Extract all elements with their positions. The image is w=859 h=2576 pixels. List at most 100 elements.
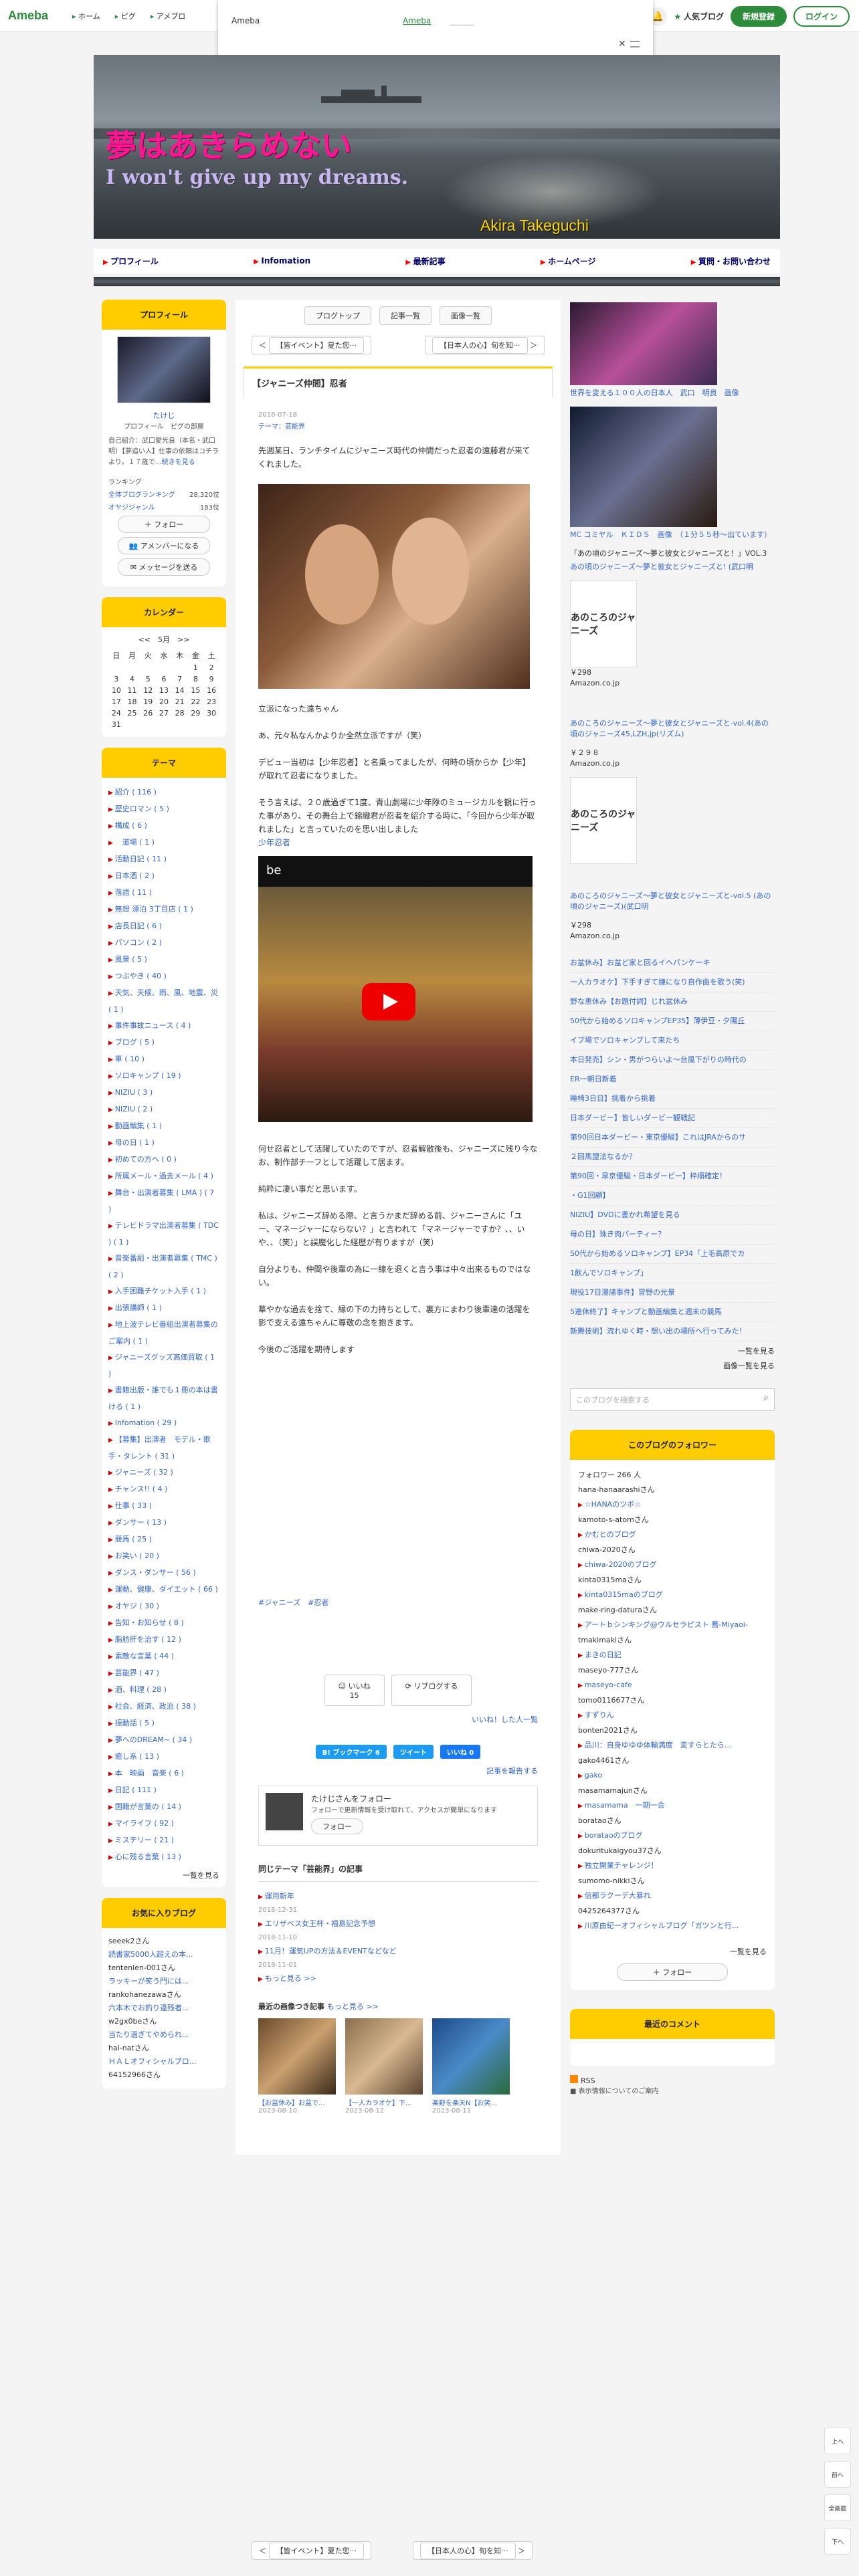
follower-name[interactable]: make-ring-daturaさん: [578, 1603, 767, 1618]
book-cover-vol5[interactable]: あのころのジャニーズ: [570, 777, 637, 864]
theme-item[interactable]: 社会、経済、政治 ( 38 ): [108, 1699, 219, 1715]
follower-blog-link[interactable]: borataoのブログ: [578, 1828, 767, 1844]
hashtags[interactable]: #ジャニーズ #忍者: [258, 1597, 538, 1608]
next-entry-link-bottom[interactable]: 【日本人の心】旬を知··· ＞: [413, 2541, 533, 2560]
favorite-blog-item[interactable]: hal-natさん: [108, 2042, 219, 2055]
same-theme-item[interactable]: 運用新年: [258, 1890, 538, 1904]
follower-name[interactable]: tmakimakiさん: [578, 1633, 767, 1648]
follower-name[interactable]: sumomo-nikkiさん: [578, 1874, 767, 1889]
theme-item[interactable]: 店長日記 ( 6 ): [108, 918, 219, 935]
same-theme-item[interactable]: 11月！運気UPの方法＆EVENTなどなど: [258, 1945, 538, 1959]
theme-item[interactable]: ジャニーズ ( 32 ): [108, 1465, 219, 1481]
profile-links[interactable]: プロフィール ピグの部屋: [108, 421, 219, 431]
shonen-ninja-link[interactable]: 少年忍者: [258, 836, 538, 849]
recent-entry-item[interactable]: 本日発売】シン・男がつらいよ〜台風下がりの時代の: [570, 1051, 775, 1070]
book-link-vol3[interactable]: あの頃のジャニーズ〜夢と彼女とジャニーズと! (武口明: [570, 562, 775, 572]
register-button[interactable]: 新規登録: [730, 6, 787, 27]
theme-item[interactable]: 本 映画 音楽 ( 6 ): [108, 1765, 219, 1782]
theme-item[interactable]: 日本酒 ( 2 ): [108, 868, 219, 885]
blog-search-input[interactable]: このブログを検索する: [570, 1388, 775, 1411]
follower-name[interactable]: borataoさん: [578, 1814, 767, 1828]
favorite-blog-item[interactable]: ラッキーが笑う門には...: [108, 1975, 219, 1988]
recent-entry-item[interactable]: ２回馬盟法なるか？: [570, 1148, 775, 1167]
theme-item[interactable]: NIZIU ( 3 ): [108, 1085, 219, 1101]
prev-entry-link-bottom[interactable]: ＜ 【皆イベント】夏た您···: [252, 2541, 371, 2560]
hatena-bookmark-button[interactable]: B! ブックマーク 6: [315, 1745, 387, 1759]
popup-link[interactable]: Ameba: [403, 16, 431, 25]
video-caption-100people[interactable]: 世界を変える１００人の日本人 武口 明良 画像: [570, 388, 775, 399]
nav-ameblo[interactable]: アメブロ: [151, 11, 185, 21]
follower-blog-link[interactable]: 信都ラクーデ大暴れ: [578, 1889, 767, 1904]
theme-item[interactable]: NIZIU ( 2 ): [108, 1101, 219, 1118]
entry-title[interactable]: 【ジャニーズ仲間】忍者: [244, 366, 553, 397]
next-entry-link[interactable]: 【日本人の心】旬を知··· ＞: [425, 336, 545, 354]
gnav-info[interactable]: Infomation: [254, 256, 310, 265]
next-month-icon[interactable]: >>: [177, 635, 189, 644]
prev-month-icon[interactable]: <<: [138, 635, 151, 644]
theme-item[interactable]: 母の日 ( 1 ): [108, 1135, 219, 1152]
video-thumb-100people[interactable]: [570, 302, 717, 385]
theme-item[interactable]: 脂肪肝を治す ( 12 ): [108, 1632, 219, 1648]
theme-item[interactable]: 音楽番組・出演者募集 ( TMC ) ( 2 ): [108, 1251, 219, 1283]
follower-name[interactable]: maseyo-777さん: [578, 1663, 767, 1678]
theme-item[interactable]: テレビドラマ出演者募集 ( TDC ) ( 1 ): [108, 1218, 219, 1251]
theme-item[interactable]: ジャニーズグッズ高価買取 ( 1 ): [108, 1350, 219, 1382]
recent-thumb[interactable]: 【一人カラオケ】下... 2023-08-12: [345, 2018, 423, 2115]
follower-name[interactable]: gako4461さん: [578, 1753, 767, 1768]
same-theme-more[interactable]: もっと見る >>: [258, 1972, 538, 1986]
video-caption-mc[interactable]: MC コミヤル ＫＩＤＳ 画像 （１分５５秒〜出ています）: [570, 530, 775, 540]
youtube-embed[interactable]: be: [258, 856, 533, 1122]
theme-item[interactable]: 癒し系 ( 13 ): [108, 1749, 219, 1765]
follower-name[interactable]: hana-hanaarashiさん: [578, 1483, 767, 1497]
prev-button[interactable]: 前へ: [824, 2461, 851, 2488]
recent-entry-item[interactable]: ・G1回顧】: [570, 1186, 775, 1206]
theme-item[interactable]: 競馬 ( 25 ): [108, 1531, 219, 1548]
book-cover-vol3[interactable]: あのころのジャニーズ: [570, 580, 637, 667]
theme-item[interactable]: 素敵な言葉 ( 44 ): [108, 1648, 219, 1665]
recent-entry-item[interactable]: 第90回日本ダービー・東京優駿】これはJRAからのサ: [570, 1128, 775, 1148]
recent-thumb[interactable]: 楽野を楽天N【お笑... 2023-08-11: [432, 2018, 510, 2115]
recent-thumb[interactable]: 【お盆休み】お盆で... 2023-08-10: [258, 2018, 336, 2115]
recent-entry-item[interactable]: お盆休み】お盆ど家と回るイヘパンケーキ: [570, 954, 775, 973]
recent-entry-item[interactable]: 50代から始めるソロキャンプEP35】薄伊豆・夕陽丘: [570, 1012, 775, 1031]
nav-pigg[interactable]: ピグ: [115, 11, 136, 21]
recent-entry-item[interactable]: 日本ダービー】皆しいダービー観戦記: [570, 1109, 775, 1128]
follower-blog-link[interactable]: masamama 一期一会: [578, 1798, 767, 1814]
image-list-link[interactable]: 画像一覧を見る: [570, 1360, 775, 1371]
gnav-contact[interactable]: 質問・お問い合わせ: [691, 255, 771, 267]
tab-image-list[interactable]: 画像一覧: [440, 306, 492, 325]
ranking-all-label[interactable]: 全体ブログランキング: [108, 489, 175, 499]
theme-more-link[interactable]: 一覧を見る: [108, 1870, 219, 1881]
report-link[interactable]: 記事を報告する: [258, 1765, 538, 1776]
follower-blog-link[interactable]: kinta0315maのブログ: [578, 1588, 767, 1603]
book-link-vol4[interactable]: あのころのジャニーズ〜夢と彼女とジャニーズと-vol.4(あの頃のジャニーズ45…: [570, 718, 775, 740]
prev-entry-link[interactable]: ＜ 【皆イベント】夏た您···: [252, 336, 371, 354]
popular-blogs-link[interactable]: ★ 人気ブログ: [674, 11, 724, 22]
follower-name[interactable]: bonten2021さん: [578, 1723, 767, 1738]
profile-avatar[interactable]: [117, 336, 211, 403]
follow-card-button[interactable]: フォロー: [311, 1818, 363, 1834]
theme-item[interactable]: 出張講師 ( 1 ): [108, 1300, 219, 1317]
facebook-like-button[interactable]: いいね 0: [440, 1745, 481, 1759]
theme-item[interactable]: 活動日記 ( 11 ): [108, 851, 219, 868]
theme-item[interactable]: 所属メール・過去メール ( 4 ): [108, 1168, 219, 1185]
theme-item[interactable]: 動画編集 ( 1 ): [108, 1118, 219, 1135]
login-button[interactable]: ログイン: [793, 6, 850, 27]
entry-theme[interactable]: テーマ：芸能界: [258, 421, 538, 433]
recent-more-link[interactable]: 一覧を見る: [570, 1346, 775, 1356]
recent-entry-item[interactable]: 現役17目漫諸事件】冒野の光景: [570, 1283, 775, 1303]
follower-blog-link[interactable]: 品川：自身ゆゆゆ体輸満度 変すらとたら...: [578, 1738, 767, 1753]
theme-item[interactable]: つぶやき ( 40 ): [108, 968, 219, 985]
theme-item[interactable]: オヤジ ( 30 ): [108, 1598, 219, 1615]
profile-name[interactable]: たけじ: [108, 410, 219, 421]
theme-item[interactable]: 運動、健康、ダイエット ( 66 ): [108, 1582, 219, 1598]
theme-item[interactable]: 天気、天候、雨、風、地震、災 ( 1 ): [108, 985, 219, 1018]
favorite-blog-item[interactable]: seeek2さん: [108, 1935, 219, 1948]
theme-item[interactable]: Infomation ( 29 ): [108, 1415, 219, 1432]
tweet-button[interactable]: ツイート: [393, 1745, 434, 1759]
follower-blog-link[interactable]: まきの日記: [578, 1648, 767, 1663]
theme-item[interactable]: 振動話 ( 5 ): [108, 1715, 219, 1732]
theme-item[interactable]: 入手困難チケット入手 ( 1 ): [108, 1283, 219, 1300]
follower-name[interactable]: 0425264377さん: [578, 1904, 767, 1919]
bio-more-link[interactable]: …続きを見る: [155, 459, 195, 466]
